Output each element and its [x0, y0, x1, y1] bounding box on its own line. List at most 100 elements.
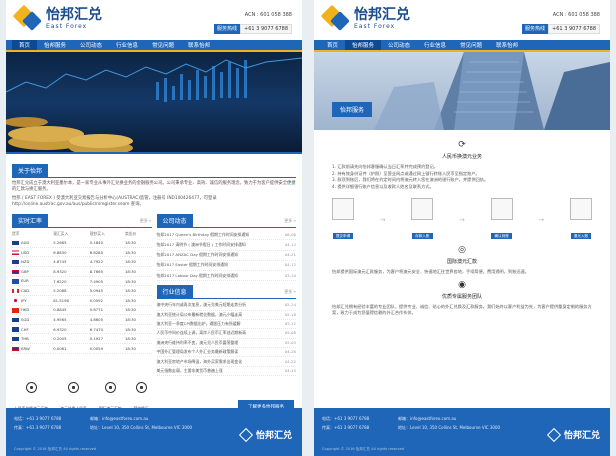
nav-contact[interactable]: 联系怡邦	[489, 40, 525, 50]
rate-cell: 4.7922	[89, 259, 104, 265]
nav-industry-news[interactable]: 行业信息	[417, 40, 453, 50]
news-title[interactable]: 澳洲央行维持利率不变，澳元兑人民币震荡整理	[157, 340, 239, 346]
list-item[interactable]: 人民币中间价连续上调，离岸人民币汇率创近期新高 05-08	[156, 329, 296, 339]
rates-column-header: 卖出价	[125, 231, 137, 237]
flag-icon	[12, 250, 19, 255]
list-item[interactable]: 怡邦2017 Queen's Birthday 假期工作时间安排通知 06-06	[156, 230, 296, 241]
flow-step: 澳元入账	[569, 198, 592, 241]
rate-cell: 18:30	[125, 336, 136, 342]
list-item[interactable]: 中国外汇管理局发布个人外汇业务最新政策解读 04-28	[156, 348, 296, 358]
rate-cell: 18:30	[125, 249, 136, 255]
list-item[interactable]: 澳中央行年内或再次加息，澳元兑美元短期走势分析 05-24	[156, 301, 296, 311]
list-item[interactable]: 澳大利亚房地产市场降温，海外买家需求出现变化 04-22	[156, 357, 296, 367]
rate-cell: USD	[21, 249, 30, 255]
footer-email[interactable]: info@eastforex.com.au	[410, 416, 456, 421]
rate-cell: CHF	[21, 326, 29, 332]
flow-step: 提交申请	[332, 198, 354, 241]
rates-column-header: 现钞买入	[89, 231, 105, 237]
rate-cell: 5.0945	[89, 288, 104, 294]
rate-cell: 18:30	[125, 326, 136, 332]
rate-cell: GBP	[21, 268, 29, 274]
rates-title: 实时汇率	[12, 214, 49, 228]
building-image	[374, 52, 610, 130]
news-title[interactable]: 怡邦2017 Queen's Birthday 假期工作时间安排通知	[157, 232, 250, 238]
footer-email[interactable]: info@eastforex.com.au	[102, 416, 148, 421]
nav-faq[interactable]: 常见问题	[453, 40, 489, 50]
flag-icon	[12, 288, 19, 294]
news-date: 05-24	[284, 302, 296, 308]
news-panels: 公司动态 更多 » 怡邦2017 Queen's Birthday 假期工作时间…	[156, 214, 296, 377]
card-icon	[135, 382, 147, 394]
news-date: 06-06	[284, 231, 296, 237]
nav-home[interactable]: 首页	[320, 40, 345, 50]
nav-company-news[interactable]: 公司动态	[73, 40, 109, 50]
hotline-badge: 服务热线 +61 3 9077 6788	[214, 24, 292, 34]
rate-cell: 18:30	[125, 345, 136, 351]
list-item[interactable]: 怡邦2017 清明节 ( 澳洲节假日 ) 工作时间安排通知 04-12	[156, 240, 296, 251]
list-item[interactable]: 怡邦2017 Labour Day 假期工作时间安排通知 03-10	[156, 271, 296, 282]
news-title[interactable]: 人民币中间价连续上调，离岸人民币汇率创近期新高	[157, 330, 246, 336]
flag-icon	[12, 298, 19, 303]
rate-cell: NZD	[21, 259, 30, 265]
about-section: 关于怡邦 怡邦汇兑成立于澳大利亚墨尔本，是一家专业从事外汇兑换业务的金融服务公司…	[6, 154, 302, 214]
hotline-badge: 服务热线 +61 3 9077 6788	[522, 24, 600, 34]
rate-cell: 6.8280	[89, 249, 104, 255]
company-news-more-link[interactable]: 更多 »	[284, 218, 296, 224]
list-item[interactable]: 美元指数走弱，主要非美货币普遍上涨 04-15	[156, 367, 296, 377]
logo[interactable]: 怡邦汇兑 East Forex	[12, 4, 102, 32]
nav-services[interactable]: 怡邦服务	[37, 40, 73, 50]
services-content: ⟳ 人民币换澳元业务 1. 汇款前请先向怡邦客服确认当日汇率并完成预约登记。 2…	[314, 130, 610, 323]
news-date: 05-03	[284, 339, 296, 345]
footer-fax-label: 传真：	[322, 425, 334, 430]
news-title[interactable]: 怡邦2017 Labour Day 假期工作时间安排通知	[157, 273, 238, 279]
hero-banner	[6, 52, 302, 154]
brand-name-en: East Forex	[354, 23, 396, 30]
table-row: KRW 0.0061 0.0059 18:30	[12, 343, 152, 354]
news-date: 05-18	[284, 311, 296, 317]
list-item[interactable]: 怡邦2017 ANZAC Day 假期工作时间安排通知 04-21	[156, 251, 296, 261]
list-item[interactable]: 怡邦2017 Easter 假期工作时间安排通知 04-12	[156, 261, 296, 271]
rates-more-link[interactable]: 更多 »	[140, 218, 152, 224]
shield-icon	[67, 382, 79, 394]
rate-cell: 0.0592	[89, 297, 104, 303]
news-title[interactable]: 怡邦2017 清明节 ( 澳洲节假日 ) 工作时间安排通知	[157, 242, 246, 248]
news-title[interactable]: 澳大利亚统计局公布最新就业数据，澳元小幅走高	[157, 312, 243, 318]
footer-phone-label: 电话：	[14, 416, 26, 421]
list-item[interactable]: 澳大利亚一季度CPI数据出炉，通胀压力有所缓解 05-12	[156, 320, 296, 330]
footer-address-label: 地址：	[398, 425, 410, 430]
nav-services[interactable]: 怡邦服务	[345, 40, 382, 50]
industry-news-more-link[interactable]: 更多 »	[284, 289, 296, 295]
news-title[interactable]: 澳大利亚房地产市场降温，海外买家需求出现变化	[157, 359, 243, 365]
rate-cell: 18:30	[125, 278, 136, 284]
list-item[interactable]: 澳洲央行维持利率不变，澳元兑人民币震荡整理 05-03	[156, 339, 296, 348]
news-title[interactable]: 怡邦2017 Easter 假期工作时间安排通知	[157, 262, 228, 268]
services-hero: 怡邦服务	[314, 52, 610, 130]
nav-home[interactable]: 首页	[12, 40, 38, 50]
news-title[interactable]: 怡邦2017 ANZAC Day 假期工作时间安排通知	[157, 252, 239, 258]
nav-company-news[interactable]: 公司动态	[381, 40, 417, 50]
rate-cell: KRW	[21, 345, 30, 351]
info-columns: 实时汇率 更多 » 货币 现汇买入 现钞买入 卖出价 AUD 5.2665 5.1840 1…	[6, 214, 302, 377]
arrow-right-icon: →	[459, 215, 465, 224]
rate-cell: 0.8845	[53, 307, 67, 313]
footer-fax: +61 3 9077 6788	[334, 425, 370, 430]
brand-name-cn: 怡邦汇兑	[354, 7, 410, 23]
list-item[interactable]: 澳大利亚统计局公布最新就业数据，澳元小幅走高 05-18	[156, 311, 296, 320]
nav-faq[interactable]: 常见问题	[145, 40, 181, 50]
logo[interactable]: 怡邦汇兑 East Forex	[320, 4, 410, 32]
news-title[interactable]: 澳中央行年内或再次加息，澳元兑美元短期走势分析	[157, 302, 246, 308]
rate-cell: CAD	[21, 288, 30, 293]
news-title[interactable]: 中国外汇管理局发布个人外汇业务最新政策解读	[157, 349, 239, 355]
table-row: GBP 8.9320 8.7665 18:30	[12, 266, 152, 277]
person-icon	[25, 382, 37, 394]
news-title[interactable]: 美元指数走弱，主要非美货币普遍上涨	[157, 368, 223, 374]
rate-cell: 18:30	[125, 268, 136, 274]
news-title[interactable]: 澳大利亚一季度CPI数据出炉，通胀压力有所缓解	[157, 321, 241, 327]
site-footer: 电话：+61 3 9077 6788 传真：+61 3 9077 6788 邮箱…	[6, 408, 302, 456]
nav-industry-news[interactable]: 行业信息	[109, 40, 145, 50]
rate-cell: 18:30	[125, 317, 136, 322]
table-row: CAD 5.2088 5.0945 18:30	[12, 285, 152, 296]
nav-contact[interactable]: 联系怡邦	[181, 40, 217, 50]
footer-address: Level 10, 350 Collins St, Melbourne VIC …	[410, 425, 501, 430]
flag-icon	[12, 327, 19, 332]
